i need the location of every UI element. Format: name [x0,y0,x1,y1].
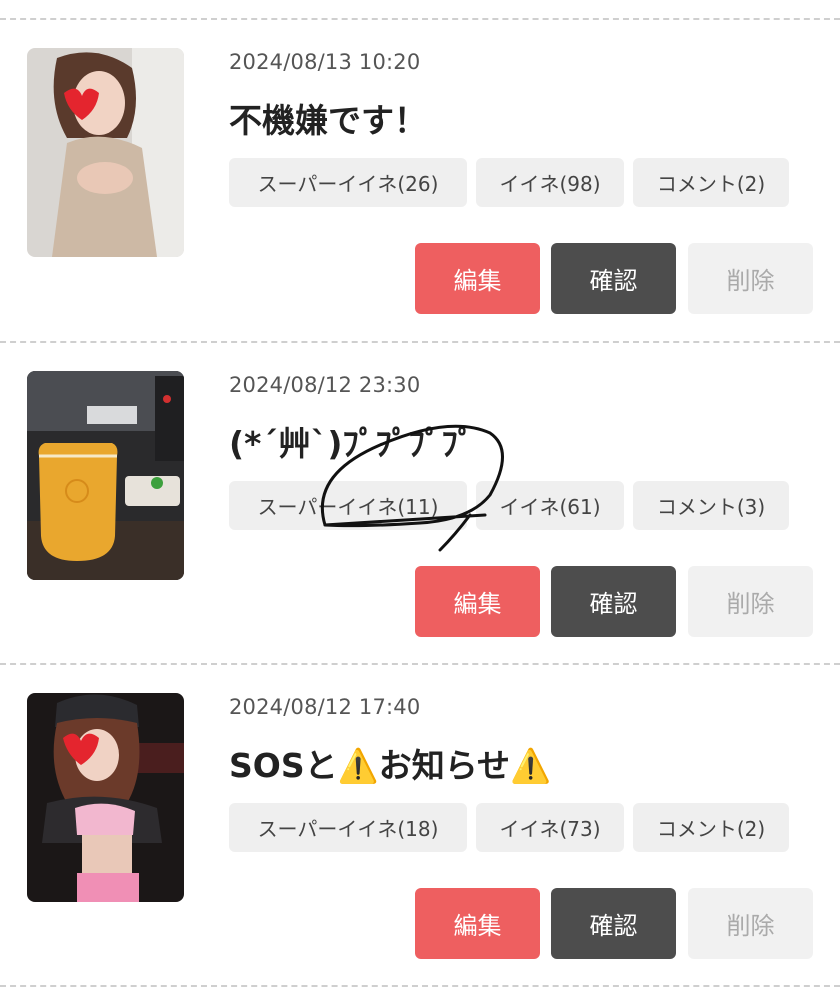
confirm-button[interactable]: 確認 [551,566,676,637]
post-title[interactable]: SOSと⚠️お知らせ⚠️ [229,739,551,787]
comment-count: コメント(2) [633,803,789,852]
super-like-count: スーパーイイネ(11) [229,481,467,530]
like-count: イイネ(61) [476,481,624,530]
post-title[interactable]: (*´艸`)ﾌﾟﾌﾟﾌﾟﾌﾟ [229,417,474,465]
post-date: 2024/08/12 23:30 [229,373,421,397]
confirm-button[interactable]: 確認 [551,888,676,959]
title-text: SOSと [229,746,338,785]
post-item: 2024/08/12 17:40 SOSと⚠️お知らせ⚠️ スーパーイイネ(18… [0,665,840,985]
like-count: イイネ(98) [476,158,624,207]
super-like-count: スーパーイイネ(26) [229,158,467,207]
fitness-photo-image [27,693,184,902]
post-date: 2024/08/13 10:20 [229,50,421,74]
super-like-count: スーパーイイネ(18) [229,803,467,852]
post-thumbnail[interactable] [27,693,184,902]
edit-button[interactable]: 編集 [415,243,540,314]
delete-button[interactable]: 削除 [688,566,813,637]
edit-button[interactable]: 編集 [415,888,540,959]
warning-icon: ⚠️ [510,746,552,785]
comment-count: コメント(2) [633,158,789,207]
post-date: 2024/08/12 17:40 [229,695,421,719]
confirm-button[interactable]: 確認 [551,243,676,314]
delete-button[interactable]: 削除 [688,888,813,959]
post-title[interactable]: 不機嫌です！ [229,94,427,142]
woman-photo-image [27,48,184,257]
post-thumbnail[interactable] [27,371,184,580]
post-item: 2024/08/13 10:20 不機嫌です！ スーパーイイネ(26) イイネ(… [0,20,840,340]
like-count: イイネ(73) [476,803,624,852]
drink-photo-image [27,371,184,580]
title-text: お知らせ [378,746,511,785]
post-thumbnail[interactable] [27,48,184,257]
delete-button[interactable]: 削除 [688,243,813,314]
warning-icon: ⚠️ [337,746,379,785]
comment-count: コメント(3) [633,481,789,530]
edit-button[interactable]: 編集 [415,566,540,637]
post-item: 2024/08/12 23:30 (*´艸`)ﾌﾟﾌﾟﾌﾟﾌﾟ スーパーイイネ(… [0,343,840,663]
